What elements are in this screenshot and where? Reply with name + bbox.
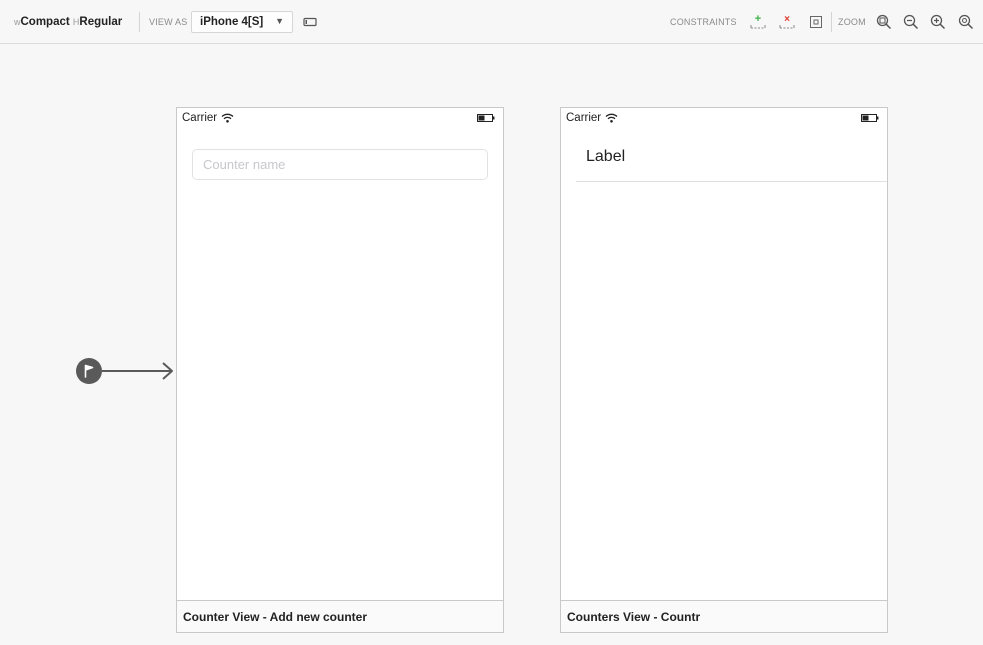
chevron-down-icon: ▼ — [275, 16, 284, 26]
counter-name-input[interactable] — [201, 156, 487, 173]
width-class: Compact — [20, 16, 70, 28]
remove-constraint-icon[interactable]: × — [775, 10, 799, 34]
toolbar-divider — [139, 12, 140, 32]
wifi-icon — [605, 113, 618, 123]
device-select[interactable]: iPhone 4[S] ▼ — [191, 11, 293, 33]
status-bar: Carrier — [561, 108, 887, 128]
zoom-in-icon[interactable] — [926, 10, 950, 34]
zoom-out-icon[interactable] — [899, 10, 923, 34]
toolbar-divider — [831, 12, 832, 32]
initial-view-controller-arrow[interactable] — [74, 354, 178, 388]
battery-icon — [477, 114, 495, 122]
scene-counter-view[interactable]: Carrier Counter View - Add new counter — [176, 107, 504, 633]
status-bar: Carrier — [177, 108, 503, 128]
battery-icon — [861, 114, 879, 122]
svg-text:×: × — [784, 14, 790, 25]
height-class: Regular — [79, 16, 123, 28]
constraints-label: CONSTRAINTS — [670, 17, 737, 27]
view-as-label: VIEW AS — [149, 17, 188, 27]
zoom-actual-size-icon[interactable] — [954, 10, 978, 34]
carrier-status: Carrier — [182, 112, 234, 124]
storyboard-toolbar: w Compact H Regular VIEW AS iPhone 4[S] ▼ … — [0, 0, 983, 44]
counter-name-field[interactable] — [192, 149, 488, 180]
svg-text:+: + — [755, 13, 761, 25]
scene-counters-view[interactable]: Carrier Label Counters View - Countr — [560, 107, 888, 633]
scene-title-bar[interactable]: Counter View - Add new counter — [177, 600, 503, 632]
carrier-label: Carrier — [566, 112, 602, 124]
zoom-to-fit-icon[interactable] — [872, 10, 896, 34]
carrier-status: Carrier — [566, 112, 618, 124]
scene-title: Counter View - Add new counter — [183, 609, 368, 624]
device-orientation-icon[interactable] — [303, 0, 317, 44]
device-select-value: iPhone 4[S] — [200, 16, 264, 28]
cell-label: Label — [586, 148, 626, 165]
add-constraint-icon[interactable]: + — [746, 10, 770, 34]
wifi-icon — [221, 113, 234, 123]
update-frames-icon[interactable] — [804, 10, 828, 34]
size-class-selector[interactable]: w Compact H Regular — [14, 0, 122, 44]
table-cell[interactable]: Label — [576, 132, 887, 182]
zoom-label: ZOOM — [838, 17, 866, 27]
scene-title-bar[interactable]: Counters View - Countr — [561, 600, 887, 632]
carrier-label: Carrier — [182, 112, 218, 124]
scene-title: Counters View - Countr — [567, 609, 701, 624]
